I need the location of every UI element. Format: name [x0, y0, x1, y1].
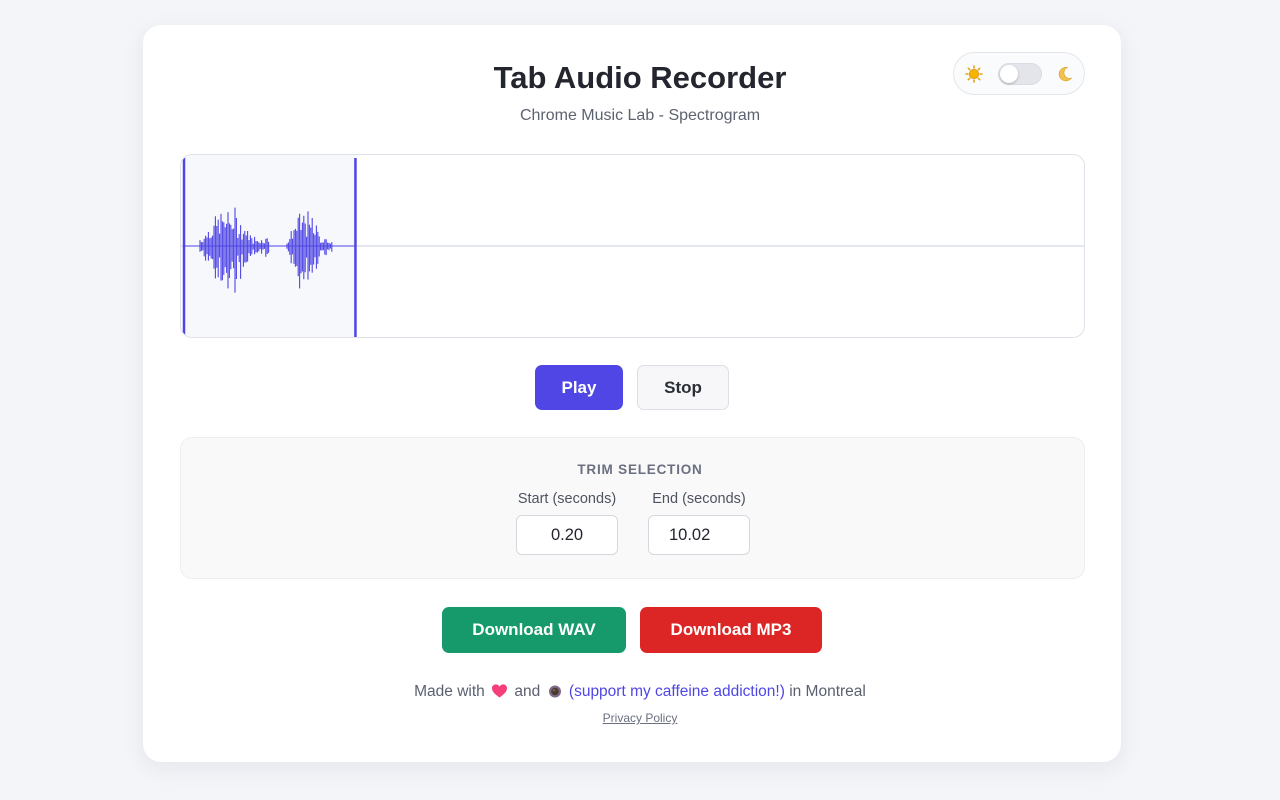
heart-icon: [492, 684, 508, 698]
trim-end-input[interactable]: [648, 515, 750, 555]
trim-heading: TRIM SELECTION: [577, 462, 703, 477]
dark-mode-switch[interactable]: [998, 63, 1042, 85]
page-subtitle: Chrome Music Lab - Spectrogram: [519, 107, 761, 124]
switch-knob: [1000, 65, 1018, 83]
privacy-policy-link[interactable]: Privacy Policy: [0, 711, 1280, 725]
recorder-card: [143, 25, 1121, 762]
footer-and: and: [514, 683, 541, 700]
stop-button[interactable]: Stop: [637, 365, 729, 410]
moon-icon: [1058, 67, 1073, 82]
footer-made-with: Made with: [414, 683, 485, 700]
download-wav-button[interactable]: Download WAV: [442, 607, 626, 653]
trim-start-input[interactable]: [516, 515, 618, 555]
waveform-canvas[interactable]: [181, 155, 1085, 338]
support-link[interactable]: (support my caffeine addiction!): [569, 683, 785, 700]
theme-toggle[interactable]: [953, 52, 1085, 95]
sun-icon: [965, 65, 983, 83]
trim-panel: [180, 437, 1085, 579]
play-button[interactable]: Play: [535, 365, 623, 410]
waveform-display[interactable]: [180, 154, 1085, 338]
page-title: Tab Audio Recorder: [493, 60, 787, 95]
end-label: End (seconds): [652, 491, 746, 507]
start-label: Start (seconds): [517, 491, 617, 507]
footer: Made with and (support my caffeine addic…: [0, 683, 1280, 701]
download-mp3-button[interactable]: Download MP3: [640, 607, 822, 653]
coffee-icon: [548, 685, 561, 698]
footer-location: in Montreal: [789, 683, 866, 700]
